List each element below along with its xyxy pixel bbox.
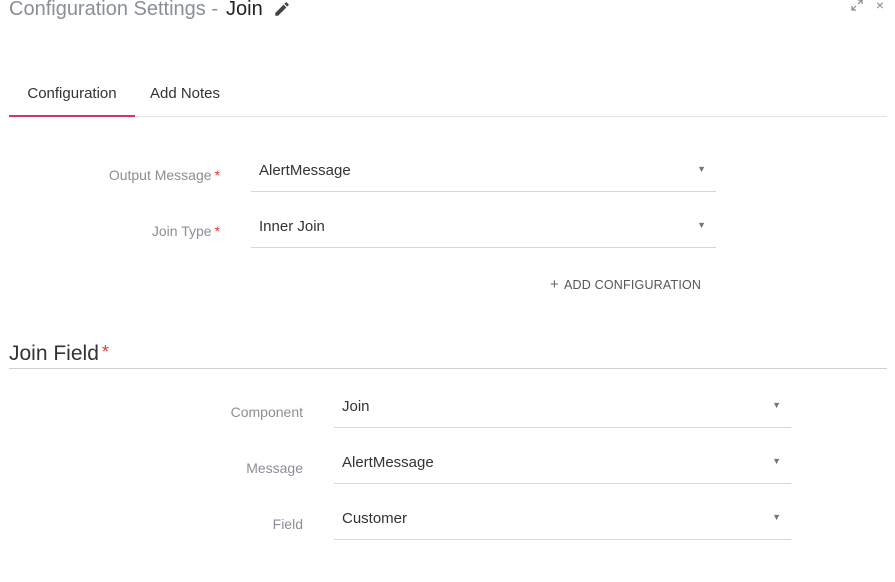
add-configuration-button[interactable]: + ADD CONFIGURATION: [550, 276, 701, 293]
field-select[interactable]: Customer ▼: [334, 502, 791, 540]
field-label: Field: [272, 516, 303, 532]
join-type-label: Join Type *: [152, 223, 220, 239]
output-message-value: AlertMessage: [259, 162, 351, 179]
join-type-label-text: Join Type: [151, 223, 212, 239]
message-label: Message: [246, 460, 303, 476]
chevron-down-icon: ▼: [772, 512, 781, 522]
message-select[interactable]: AlertMessage ▼: [334, 446, 791, 484]
output-message-label-text: Output Message: [108, 167, 212, 183]
close-icon[interactable]: ×: [873, 0, 887, 12]
output-message-label: Output Message *: [109, 167, 220, 183]
required-mark: *: [214, 223, 220, 239]
output-message-select[interactable]: AlertMessage ▼: [251, 154, 716, 192]
required-mark: *: [101, 342, 109, 362]
dialog-title-prefix: Configuration Settings -: [9, 0, 219, 20]
tab-add-notes[interactable]: Add Notes: [139, 78, 231, 115]
component-name: Join: [226, 0, 263, 20]
join-field-title: Join Field: [9, 342, 99, 365]
tab-bar: Configuration Add Notes: [9, 78, 887, 117]
chevron-down-icon: ▼: [772, 400, 781, 410]
component-value: Join: [342, 398, 370, 415]
join-type-select[interactable]: Inner Join ▼: [251, 210, 716, 248]
dialog-title: Configuration Settings - Join: [9, 0, 291, 24]
field-value: Customer: [342, 510, 408, 527]
chevron-down-icon: ▼: [697, 164, 706, 174]
section-divider: [9, 368, 887, 369]
component-label: Component: [230, 404, 303, 420]
pencil-icon[interactable]: [273, 0, 291, 18]
tab-configuration[interactable]: Configuration: [9, 78, 135, 117]
chevron-down-icon: ▼: [772, 456, 781, 466]
plus-icon: +: [550, 276, 559, 293]
chevron-down-icon: ▼: [697, 220, 706, 230]
message-value: AlertMessage: [342, 454, 434, 471]
add-configuration-label: ADD CONFIGURATION: [563, 278, 702, 292]
required-mark: *: [214, 167, 220, 183]
join-type-value: Inner Join: [259, 218, 325, 235]
component-select[interactable]: Join ▼: [334, 390, 791, 428]
expand-icon[interactable]: [850, 0, 864, 12]
join-field-heading: Join Field *: [9, 342, 109, 366]
